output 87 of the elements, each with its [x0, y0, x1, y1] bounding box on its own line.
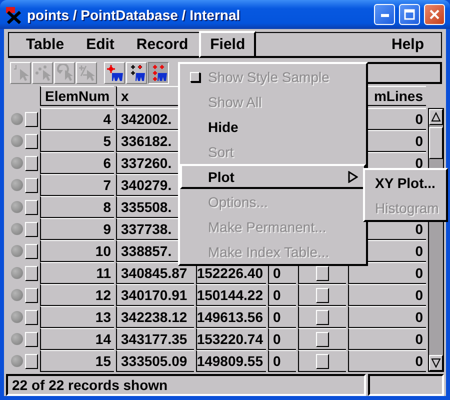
table-cell: 5	[40, 130, 114, 152]
submenu-arrow-icon	[348, 170, 358, 182]
menu-item[interactable]: Table	[15, 31, 76, 58]
table-cell: 0	[348, 306, 426, 328]
table-cell: 342238.12	[116, 306, 194, 328]
menu-item[interactable]: Record	[125, 31, 200, 58]
status-text: 22 of 22 records shown	[6, 374, 366, 396]
table-cell: 10	[40, 240, 114, 262]
table-cell: 149809.55	[196, 350, 266, 372]
row-checkbox[interactable]	[25, 178, 38, 193]
table-cell: 0	[348, 284, 426, 306]
close-icon	[429, 9, 440, 20]
close-button[interactable]	[424, 4, 445, 25]
table-cell: 343177.35	[116, 328, 194, 350]
toolbar-button[interactable]	[148, 62, 169, 84]
maximize-icon	[404, 9, 415, 20]
table-cell: 13	[40, 306, 114, 328]
cursor-icon	[34, 64, 51, 82]
record-dot-icon	[11, 267, 23, 280]
record-dot-icon	[11, 113, 23, 126]
table-cell: 11	[40, 262, 114, 284]
menu-item[interactable]: Edit	[75, 31, 126, 58]
record-dot-icon	[11, 157, 23, 170]
plus-minus-cursor-icon	[78, 64, 95, 82]
app-icon	[5, 6, 23, 24]
row-checkbox[interactable]	[25, 222, 38, 237]
record-dot-icon	[11, 355, 23, 368]
column-header[interactable]: ElemNum	[40, 86, 114, 106]
checkbox[interactable]	[316, 266, 329, 281]
table-cell: 7	[40, 174, 114, 196]
scroll-down-button[interactable]	[429, 355, 443, 372]
row-checkbox[interactable]	[25, 112, 38, 127]
down-arrow-icon	[431, 358, 441, 368]
menu-item[interactable]: Plot	[180, 164, 366, 189]
row-checkbox[interactable]	[25, 288, 38, 303]
undo-cursor-icon	[56, 64, 73, 82]
record-dot-icon	[11, 311, 23, 324]
table-cell: 340845.87	[116, 262, 194, 284]
checkbox[interactable]	[316, 288, 329, 303]
row-checkbox[interactable]	[25, 134, 38, 149]
scroll-up-button[interactable]	[429, 109, 443, 126]
table-cell: 0	[348, 350, 426, 372]
row-checkbox[interactable]	[25, 354, 38, 369]
window-title: points / PointDatabase / Internal	[27, 6, 242, 22]
table-cell: 12	[40, 284, 114, 306]
table-cell: 149613.56	[196, 306, 266, 328]
record-dot-icon	[11, 223, 23, 236]
table-cell: 0	[268, 306, 296, 328]
add-point-icon	[106, 64, 124, 82]
row-checkbox[interactable]	[25, 244, 38, 259]
cursor-icon	[12, 64, 29, 82]
record-dot-icon	[11, 179, 23, 192]
table-cell: 0	[268, 328, 296, 350]
row-checkbox[interactable]	[25, 266, 38, 281]
checkbox[interactable]	[316, 332, 329, 347]
menu-item[interactable]: Field	[199, 31, 256, 58]
row-checkbox[interactable]	[25, 332, 38, 347]
up-arrow-icon	[431, 112, 441, 122]
table-cell: 15	[40, 350, 114, 372]
minimize-icon	[380, 12, 388, 16]
checkbox[interactable]	[316, 310, 329, 325]
table-cell: 0	[348, 328, 426, 350]
maximize-button[interactable]	[399, 4, 420, 25]
table-cell: 14	[40, 328, 114, 350]
table-cell: 0	[348, 262, 426, 284]
table-cell: 6	[40, 152, 114, 174]
table-cell: 0	[268, 284, 296, 306]
table-cell: 150144.22	[196, 284, 266, 306]
menu-item[interactable]: Help	[380, 31, 435, 58]
record-dot-icon	[11, 245, 23, 258]
row-checkbox[interactable]	[25, 200, 38, 215]
record-dot-icon	[11, 333, 23, 346]
table-cell: 340170.91	[116, 284, 194, 306]
scroll-thumb[interactable]	[429, 127, 443, 160]
table-cell: 4	[40, 108, 114, 130]
table-cell: 0	[268, 350, 296, 372]
checkbox[interactable]	[316, 354, 329, 369]
table-cell: 153220.74	[196, 328, 266, 350]
record-dot-icon	[11, 201, 23, 214]
row-checkbox[interactable]	[25, 156, 38, 171]
table-cell: 8	[40, 196, 114, 218]
table-cell: 9	[40, 218, 114, 240]
row-checkbox[interactable]	[25, 310, 38, 325]
record-dot-icon	[11, 289, 23, 302]
minimize-button[interactable]	[374, 4, 395, 25]
record-dot-icon	[11, 135, 23, 148]
table-cell: 333505.09	[116, 350, 194, 372]
